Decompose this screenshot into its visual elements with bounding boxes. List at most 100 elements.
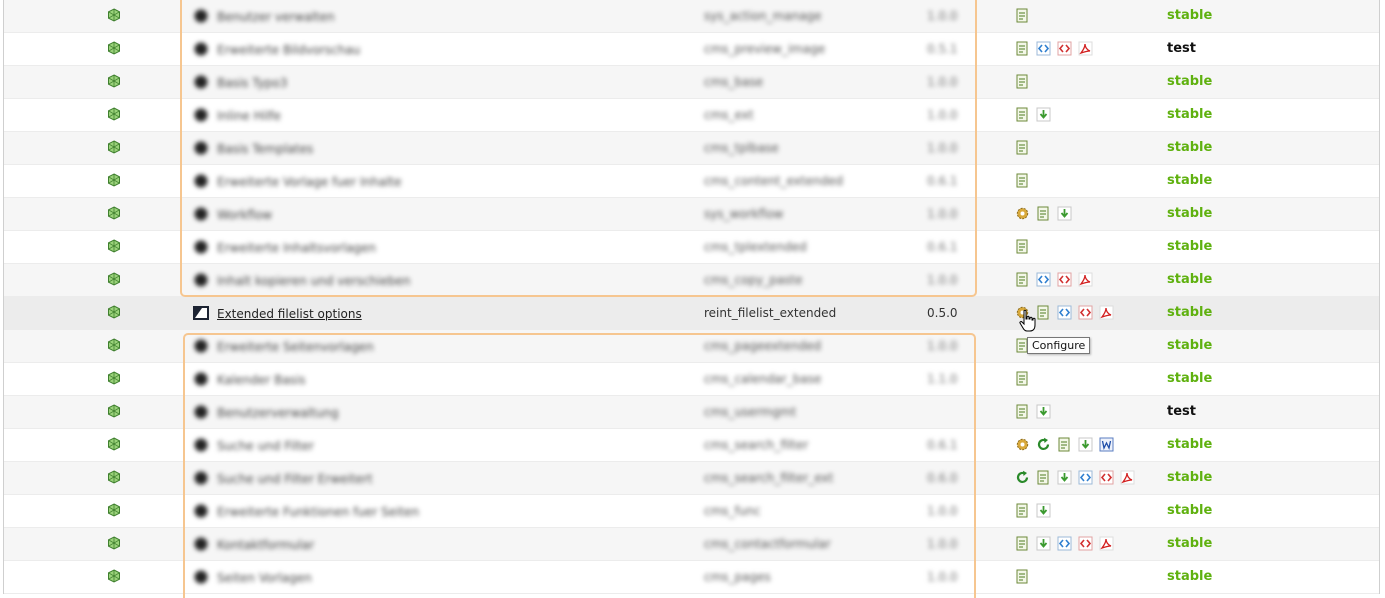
word-icon[interactable]: [1099, 437, 1114, 452]
extension-key: reint_filelist_extended: [704, 306, 837, 320]
extension-key: cms_calendar_base: [704, 372, 822, 386]
extension-title-link[interactable]: Kontaktformular: [217, 538, 314, 552]
installed-extension-icon[interactable]: [107, 173, 121, 187]
pdf-icon[interactable]: [1120, 470, 1135, 485]
doc-icon[interactable]: [1015, 536, 1030, 551]
installed-extension-icon[interactable]: [107, 8, 121, 22]
download-icon[interactable]: [1036, 503, 1051, 518]
download-icon[interactable]: [1057, 470, 1072, 485]
installed-extension-icon[interactable]: [107, 41, 121, 55]
extension-title-link[interactable]: Inline Hilfe: [217, 109, 281, 123]
code-blue-icon[interactable]: [1036, 41, 1051, 56]
extension-version: 1.0.0: [927, 108, 958, 122]
doc-icon[interactable]: [1015, 8, 1030, 23]
doc-icon[interactable]: [1015, 503, 1030, 518]
doc-icon[interactable]: [1036, 470, 1051, 485]
extension-title-link[interactable]: Benutzer verwalten: [217, 10, 335, 24]
installed-extension-icon[interactable]: [107, 371, 121, 385]
doc-icon[interactable]: [1057, 437, 1072, 452]
extension-state: stable: [1167, 107, 1213, 122]
installed-extension-icon[interactable]: [107, 437, 121, 451]
installed-extension-icon[interactable]: [107, 305, 121, 319]
installed-extension-icon[interactable]: [107, 74, 121, 88]
doc-icon[interactable]: [1015, 239, 1030, 254]
pdf-icon[interactable]: [1078, 272, 1093, 287]
code-red-icon[interactable]: [1078, 305, 1093, 320]
code-blue-icon[interactable]: [1057, 305, 1072, 320]
download-icon[interactable]: [1057, 206, 1072, 221]
extension-state: stable: [1167, 470, 1213, 485]
gear-icon[interactable]: [1015, 437, 1030, 452]
download-icon[interactable]: [1036, 536, 1051, 551]
extension-title-link[interactable]: Erweiterte Funktionen fuer Seiten: [217, 505, 419, 519]
pdf-icon[interactable]: [1099, 536, 1114, 551]
code-blue-icon[interactable]: [1036, 272, 1051, 287]
doc-icon[interactable]: [1036, 206, 1051, 221]
doc-icon[interactable]: [1015, 272, 1030, 287]
extension-title-link[interactable]: Erweiterte Inhaltsvorlagen: [217, 241, 376, 255]
extension-actions: doc-iconcode-blue-iconcode-red-iconpdf-i…: [1015, 41, 1093, 56]
extension-title-link[interactable]: Extended filelist options: [217, 307, 362, 321]
extension-key: cms_pages: [704, 570, 771, 584]
doc-icon[interactable]: [1036, 305, 1051, 320]
download-icon[interactable]: [1036, 107, 1051, 122]
extension-logo-icon: [193, 240, 209, 254]
code-blue-icon[interactable]: [1057, 536, 1072, 551]
extension-title-link[interactable]: Suche und Filter Erweitert: [217, 472, 373, 486]
installed-extension-icon[interactable]: [107, 569, 121, 583]
extension-title-link[interactable]: Workflow: [217, 208, 272, 222]
extension-title-link[interactable]: Kalender Basis: [217, 373, 306, 387]
extension-title-link[interactable]: Erweiterte Vorlage fuer Inhalte: [217, 175, 402, 189]
extension-title-link[interactable]: Basis Templates: [217, 142, 313, 156]
installed-extension-icon[interactable]: [107, 140, 121, 154]
installed-extension-icon[interactable]: [107, 107, 121, 121]
table-right-border: [1379, 0, 1380, 594]
code-red-icon[interactable]: [1057, 41, 1072, 56]
extension-version: 1.0.0: [927, 141, 958, 155]
code-red-icon[interactable]: [1078, 536, 1093, 551]
installed-extension-icon[interactable]: [107, 272, 121, 286]
installed-extension-icon[interactable]: [107, 206, 121, 220]
extension-title-link[interactable]: Benutzerverwaltung: [217, 406, 339, 420]
extension-title-link[interactable]: Erweiterte Bildvorschau: [217, 43, 360, 57]
doc-icon[interactable]: [1015, 569, 1030, 584]
extension-state: stable: [1167, 173, 1213, 188]
pdf-icon[interactable]: [1078, 41, 1093, 56]
extension-version: 0.5.1: [927, 42, 958, 56]
extension-title-link[interactable]: Suche und Filter: [217, 439, 314, 453]
code-red-icon[interactable]: [1057, 272, 1072, 287]
extension-title-link[interactable]: Inhalt kopieren und verschieben: [217, 274, 410, 288]
doc-icon[interactable]: [1015, 173, 1030, 188]
extension-key: cms_usermgmt: [704, 405, 797, 419]
code-blue-icon[interactable]: [1078, 470, 1093, 485]
table-row: Kontaktformular cms_contactformular 1.0.0 d…: [4, 528, 1379, 561]
doc-icon[interactable]: [1015, 371, 1030, 386]
refresh-icon[interactable]: [1015, 470, 1030, 485]
installed-extension-icon[interactable]: [107, 536, 121, 550]
extension-title-link[interactable]: Basis Typo3: [217, 76, 287, 90]
extension-actions: doc-icon: [1015, 173, 1030, 188]
extension-state: stable: [1167, 206, 1213, 221]
refresh-icon[interactable]: [1036, 437, 1051, 452]
doc-icon[interactable]: [1015, 41, 1030, 56]
doc-icon[interactable]: [1015, 140, 1030, 155]
extension-title-link[interactable]: Seiten Vorlagen: [217, 571, 312, 585]
table-row: Erweiterte Funktionen fuer Seiten cms_fun…: [4, 495, 1379, 528]
download-icon[interactable]: [1036, 404, 1051, 419]
table-row: Inhalt kopieren und verschieben cms_copy_…: [4, 264, 1379, 297]
installed-extension-icon[interactable]: [107, 404, 121, 418]
installed-extension-icon[interactable]: [107, 338, 121, 352]
installed-extension-icon[interactable]: [107, 470, 121, 484]
doc-icon[interactable]: [1015, 404, 1030, 419]
download-icon[interactable]: [1078, 437, 1093, 452]
installed-extension-icon[interactable]: [107, 503, 121, 517]
pdf-icon[interactable]: [1099, 305, 1114, 320]
extension-key: cms_tplextended: [704, 240, 807, 254]
gear-icon[interactable]: [1015, 206, 1030, 221]
doc-icon[interactable]: [1015, 107, 1030, 122]
installed-extension-icon[interactable]: [107, 239, 121, 253]
extension-logo-icon: [193, 504, 209, 518]
extension-title-link[interactable]: Erweiterte Seitenvorlagen: [217, 340, 374, 354]
code-red-icon[interactable]: [1099, 470, 1114, 485]
doc-icon[interactable]: [1015, 74, 1030, 89]
